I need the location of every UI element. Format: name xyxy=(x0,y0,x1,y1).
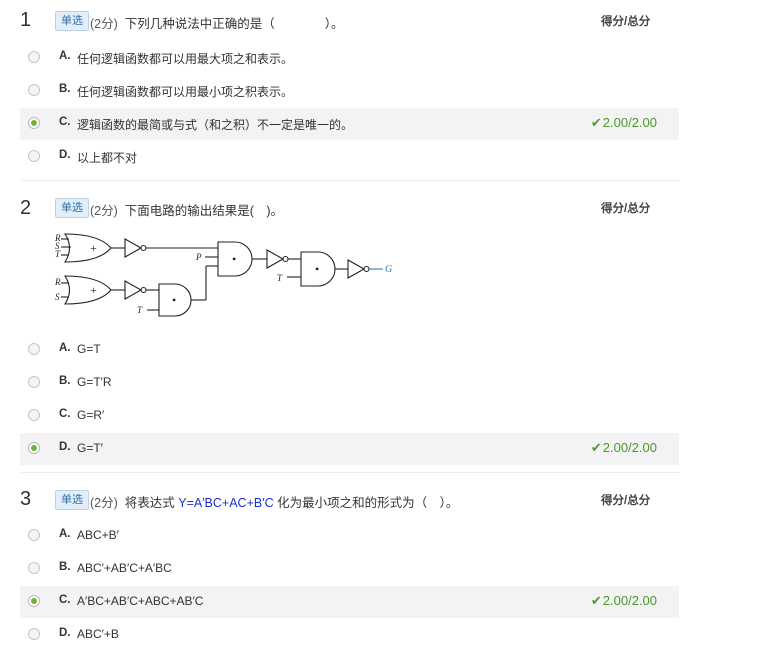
input-p: P xyxy=(195,252,202,262)
question-type-badge: 单选 xyxy=(55,11,89,31)
radio-button[interactable] xyxy=(28,376,40,388)
or-symbol: + xyxy=(90,283,97,297)
question-text: (2分) 将表达式 Y=A′BC+AC+B′C 化为最小项之和的形式为（ ）。 xyxy=(90,492,458,511)
divider xyxy=(20,472,679,474)
divider xyxy=(20,180,679,182)
question-points: (2分) xyxy=(90,496,118,510)
question-stem-after: 化为最小项之和的形式为（ ）。 xyxy=(277,496,459,510)
option-letter: A. xyxy=(59,342,71,354)
option-text: 逻辑函数的最简或与式（和之积）不一定是唯一的。 xyxy=(77,118,354,132)
score-header: 得分/总分 xyxy=(601,203,651,215)
not-gate-3 xyxy=(266,249,285,269)
option-text: G=R′ xyxy=(77,408,105,422)
input-t2: T xyxy=(137,305,143,315)
option-d[interactable]: D. 以上都不对 xyxy=(20,141,679,173)
question-stem: 下面电路的输出结果是( )。 xyxy=(124,204,284,218)
option-letter: D. xyxy=(59,149,71,161)
option-letter: B. xyxy=(59,375,71,387)
and-symbol: • xyxy=(315,262,319,276)
option-text: 任何逻辑函数都可以用最小项之积表示。 xyxy=(77,85,294,99)
question-type-badge: 单选 xyxy=(55,490,89,510)
and-symbol: • xyxy=(172,293,176,307)
option-text: ABC+B′ xyxy=(77,528,119,542)
question-number: 2 xyxy=(20,197,32,219)
input-s2: S xyxy=(55,292,60,302)
input-t1: T xyxy=(55,249,61,259)
score-value: 2.00/2.00 xyxy=(602,593,657,608)
radio-button[interactable] xyxy=(28,51,40,63)
question-number: 3 xyxy=(20,488,32,510)
option-letter: B. xyxy=(59,83,71,95)
option-a[interactable]: A. G=T xyxy=(20,334,679,366)
score-value: 2.00/2.00 xyxy=(602,115,657,130)
option-text: 以上都不对 xyxy=(77,151,138,165)
question-points: (2分) xyxy=(90,204,118,218)
radio-button-selected[interactable] xyxy=(28,117,40,129)
option-c[interactable]: C. G=R′ xyxy=(20,400,679,432)
or-gate-2 xyxy=(63,275,112,305)
score-result: ✔2.00/2.00 xyxy=(591,115,657,131)
option-d-selected[interactable]: D. G=T′ ✔2.00/2.00 xyxy=(20,433,679,465)
option-letter: A. xyxy=(59,50,71,62)
option-letter: D. xyxy=(59,627,71,639)
score-result: ✔2.00/2.00 xyxy=(591,593,657,609)
input-t3: T xyxy=(277,273,283,283)
option-b[interactable]: B. 任何逻辑函数都可以用最小项之积表示。 xyxy=(20,75,679,107)
check-icon: ✔ xyxy=(590,593,602,608)
logic-circuit-diagram: + R S T + R S • T • P • T G xyxy=(55,233,392,317)
not-gate-2 xyxy=(124,280,143,300)
score-header: 得分/总分 xyxy=(601,16,651,28)
not-gate-1 xyxy=(124,238,143,258)
option-text: 任何逻辑函数都可以用最大项之和表示。 xyxy=(77,52,294,66)
check-icon: ✔ xyxy=(590,440,602,455)
question-stem: 下列几种说法中正确的是（ ）。 xyxy=(124,17,344,31)
output-g: G xyxy=(385,264,392,275)
option-letter: C. xyxy=(59,594,71,606)
radio-button[interactable] xyxy=(28,628,40,640)
radio-button[interactable] xyxy=(28,343,40,355)
input-r2: R xyxy=(55,277,61,287)
option-text: G=T′ xyxy=(77,441,103,455)
option-text: G=T xyxy=(77,342,101,356)
question-points: (2分) xyxy=(90,17,118,31)
question-type-badge: 单选 xyxy=(55,198,89,218)
option-b[interactable]: B. ABC′+AB′C+A′BC xyxy=(20,553,679,585)
question-formula: Y=A′BC+AC+B′C xyxy=(178,496,274,510)
radio-button[interactable] xyxy=(28,529,40,541)
and-symbol: • xyxy=(232,252,236,266)
option-letter: C. xyxy=(59,116,71,128)
radio-button[interactable] xyxy=(28,409,40,421)
option-letter: D. xyxy=(59,441,71,453)
radio-button-selected[interactable] xyxy=(28,595,40,607)
option-text: ABC′+B xyxy=(77,627,119,641)
question-number: 1 xyxy=(20,9,32,31)
radio-button[interactable] xyxy=(28,84,40,96)
radio-button-selected[interactable] xyxy=(28,442,40,454)
not-gate-4 xyxy=(347,259,366,279)
question-stem-before: 将表达式 xyxy=(124,496,175,510)
or-gate-1 xyxy=(63,233,112,263)
option-letter: A. xyxy=(59,528,71,540)
option-text: ABC′+AB′C+A′BC xyxy=(77,561,172,575)
option-c-selected[interactable]: C. A′BC+AB′C+ABC+AB′C ✔2.00/2.00 xyxy=(20,586,679,618)
option-a[interactable]: A. 任何逻辑函数都可以用最大项之和表示。 xyxy=(20,42,679,74)
score-value: 2.00/2.00 xyxy=(602,440,657,455)
question-text: (2分) 下列几种说法中正确的是（ ）。 xyxy=(90,13,344,32)
option-d[interactable]: D. ABC′+B xyxy=(20,619,679,651)
option-c-selected[interactable]: C. 逻辑函数的最简或与式（和之积）不一定是唯一的。 ✔2.00/2.00 xyxy=(20,108,679,140)
score-header: 得分/总分 xyxy=(601,495,651,507)
radio-button[interactable] xyxy=(28,150,40,162)
radio-button[interactable] xyxy=(28,562,40,574)
option-letter: C. xyxy=(59,408,71,420)
or-symbol: + xyxy=(90,241,97,255)
option-b[interactable]: B. G=T′R xyxy=(20,367,679,399)
option-text: G=T′R xyxy=(77,375,112,389)
option-a[interactable]: A. ABC+B′ xyxy=(20,520,679,552)
question-text: (2分) 下面电路的输出结果是( )。 xyxy=(90,200,283,219)
option-text: A′BC+AB′C+ABC+AB′C xyxy=(77,594,204,608)
option-letter: B. xyxy=(59,561,71,573)
check-icon: ✔ xyxy=(590,115,602,130)
score-result: ✔2.00/2.00 xyxy=(591,440,657,456)
